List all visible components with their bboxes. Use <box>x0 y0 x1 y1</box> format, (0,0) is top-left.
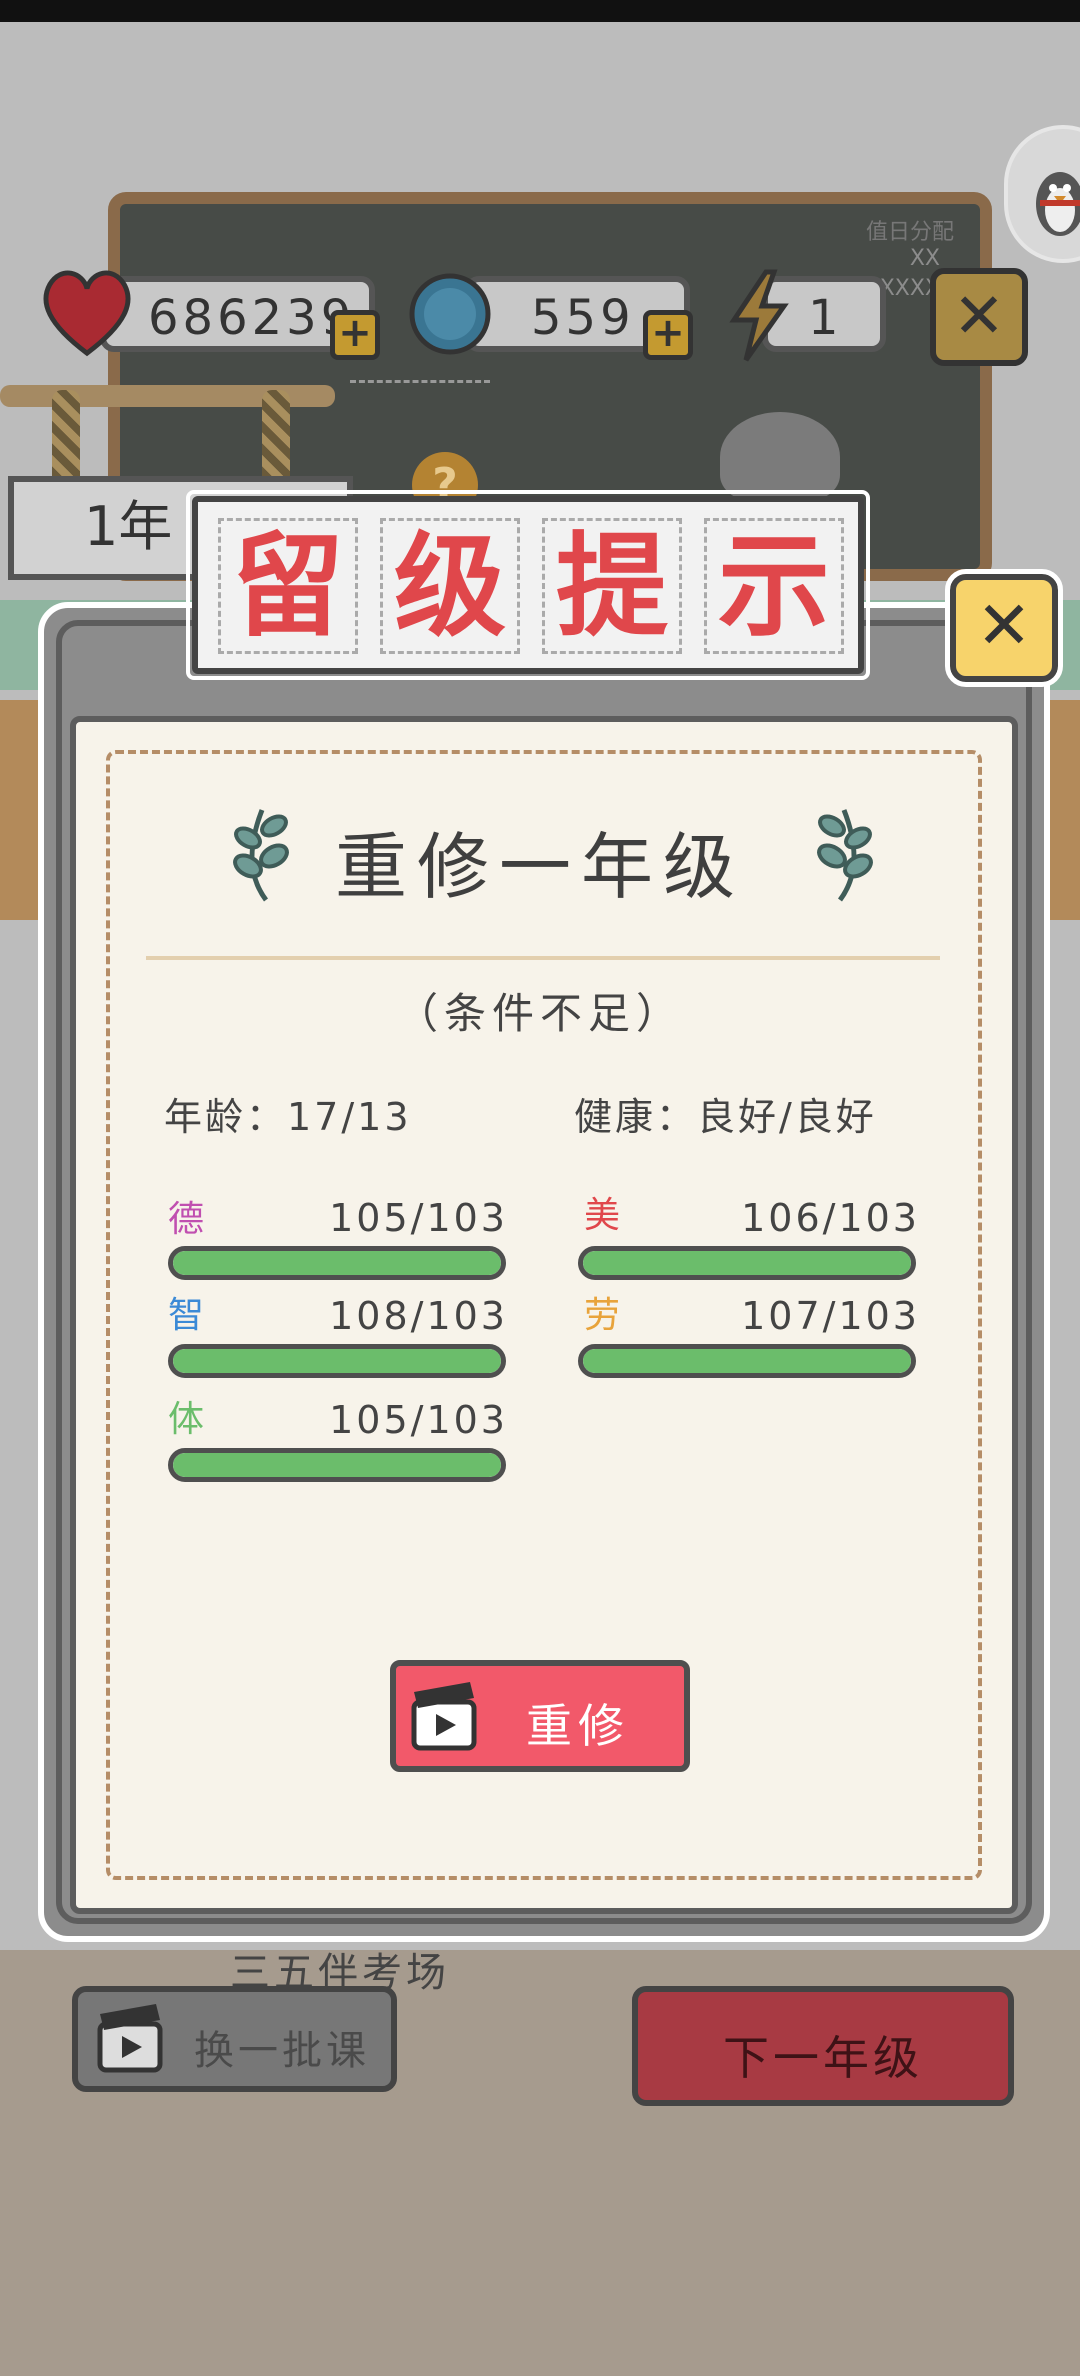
age-requirement: 年龄：17/13 <box>164 1095 412 1139</box>
stat-value-physique: 105/103 <box>329 1398 508 1442</box>
swap-courses-label: 换一批课 <box>194 2028 370 2074</box>
add-hearts-button[interactable]: + <box>330 310 380 360</box>
lightning-icon <box>729 269 789 362</box>
title-char: 提 <box>542 518 682 654</box>
condition-status: （条件不足） <box>395 989 684 1038</box>
title-char: 留 <box>218 518 358 654</box>
stat-bar-fill <box>173 1453 501 1477</box>
stat-value-intellect: 108/103 <box>329 1294 508 1338</box>
energy-value: 1 <box>808 290 843 346</box>
close-top-button[interactable]: ✕ <box>930 268 1028 366</box>
bottle-cap-icon <box>409 273 491 355</box>
dialog-heading: 重修一年级 <box>334 825 745 909</box>
heart-icon <box>43 270 131 357</box>
stat-label-morality: 德 <box>168 1199 205 1240</box>
stat-bar-aesthetics <box>578 1246 916 1280</box>
laurel-left-icon <box>233 809 289 902</box>
retake-button[interactable]: 重修 <box>390 1660 690 1772</box>
stat-value-morality: 105/103 <box>329 1196 508 1240</box>
next-grade-label: 下一年级 <box>723 2031 923 2085</box>
close-dialog-button[interactable]: ✕ <box>945 569 1063 687</box>
add-caps-button[interactable]: + <box>643 310 693 360</box>
penguin-avatar-icon <box>1036 172 1080 236</box>
heading-divider <box>146 956 940 960</box>
stat-bar-fill <box>173 1251 501 1275</box>
year-sign-label: 1年 <box>84 495 173 558</box>
hearts-value: 686239 <box>148 290 356 346</box>
stat-value-aesthetics: 106/103 <box>741 1196 920 1240</box>
teacher-cat <box>720 412 840 502</box>
swap-courses-button[interactable]: 换一批课 <box>72 1986 397 2092</box>
chalkboard-duty-label: 值日分配 <box>865 220 954 245</box>
laurel-right-icon <box>817 809 873 902</box>
next-grade-button[interactable]: 下一年级 <box>632 1986 1014 2106</box>
stat-label-intellect: 智 <box>168 1295 205 1336</box>
stat-value-labor: 107/103 <box>741 1294 920 1338</box>
stat-label-aesthetics: 美 <box>584 1195 621 1236</box>
stat-bar-intellect <box>168 1344 506 1378</box>
stat-bar-fill <box>173 1349 501 1373</box>
stat-bar-morality <box>168 1246 506 1280</box>
caps-value: 559 <box>531 290 635 346</box>
stat-label-physique: 体 <box>168 1399 205 1440</box>
stat-bar-labor <box>578 1344 916 1378</box>
status-bar <box>0 0 1080 22</box>
chalk-scribble <box>350 380 490 403</box>
close-icon: ✕ <box>976 587 1032 664</box>
retake-label: 重修 <box>526 1699 630 1753</box>
video-ad-icon <box>97 2004 163 2073</box>
health-requirement: 健康：良好/良好 <box>574 1095 877 1139</box>
title-char: 级 <box>380 518 520 654</box>
close-icon: ✕ <box>953 279 1005 352</box>
stat-bar-fill <box>583 1251 911 1275</box>
stat-bar-fill <box>583 1349 911 1373</box>
dialog-title: 留 级 提 示 <box>192 496 864 674</box>
title-char: 示 <box>704 518 844 654</box>
video-ad-icon <box>411 1682 477 1751</box>
stat-bar-physique <box>168 1448 506 1482</box>
chalk-line: XX <box>909 246 940 271</box>
stat-label-labor: 劳 <box>584 1295 621 1336</box>
